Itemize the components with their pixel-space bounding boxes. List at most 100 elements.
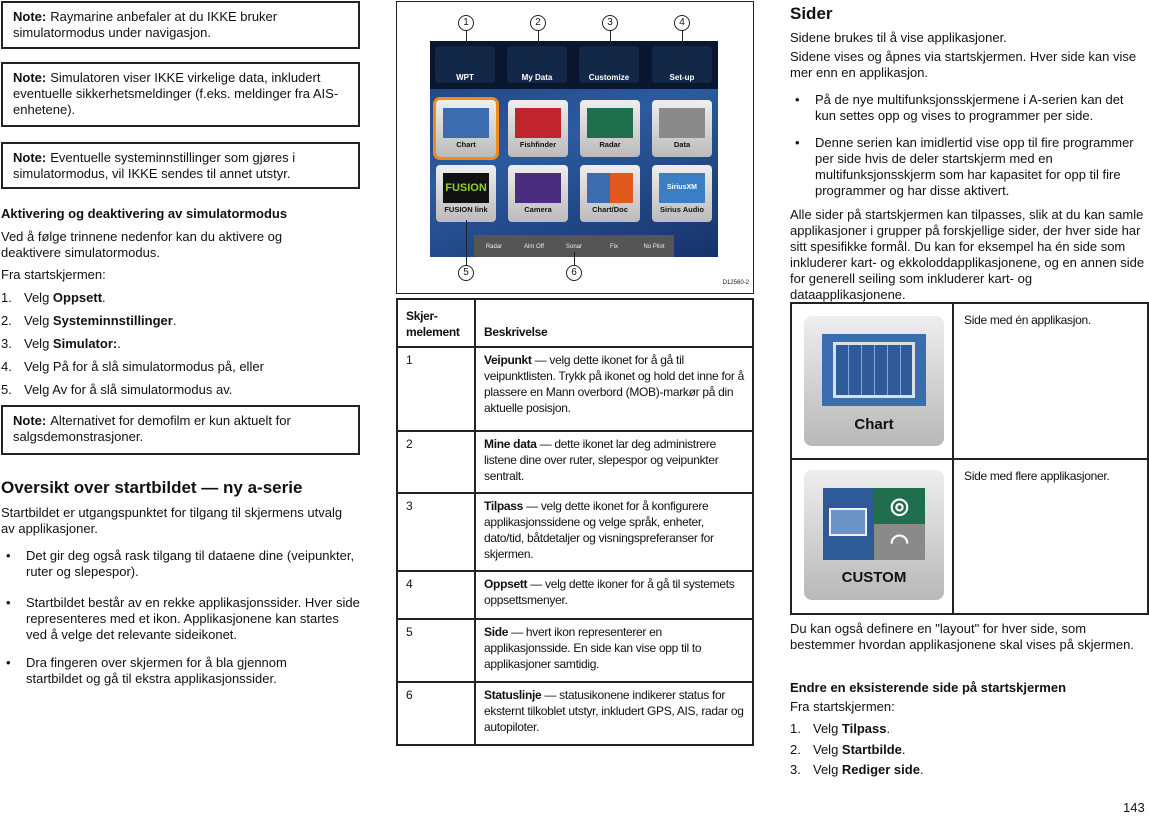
element-description: Side — hvert ikon representerer en appli… xyxy=(474,618,754,683)
step-text: Velg På for å slå simulatormodus på, ell… xyxy=(24,359,264,374)
fishfinder-icon xyxy=(515,108,561,138)
status-radar: Radar xyxy=(485,244,503,250)
status-fix: Fix xyxy=(610,244,618,250)
app-tile: Radar xyxy=(580,100,640,157)
callout-1: 1 xyxy=(458,15,474,31)
custom-page-tile: ◎ ◠ CUSTOM xyxy=(804,470,944,600)
fusion-link-icon: FUSION xyxy=(443,173,489,203)
bullet-item: • Startbildet består av en rekke applikas… xyxy=(6,595,360,642)
element-term: Oppsett xyxy=(484,577,528,591)
paragraph: Sidene vises og åpnes via startskjermen.… xyxy=(790,49,1137,80)
table-row: 5 Side — hvert ikon representerer en appl… xyxy=(396,618,754,683)
step-text: Velg xyxy=(813,741,842,757)
note-label: Note: xyxy=(13,70,47,85)
app-tile: Chart/Doc xyxy=(580,165,640,222)
note-label: Note: xyxy=(13,150,47,165)
list-number: 1. xyxy=(790,721,801,736)
element-number: 6 xyxy=(396,681,476,746)
screen-elements-table: Skjer-melement Beskrivelse 1 Veipunkt — v… xyxy=(396,298,754,746)
table-row: ◎ ◠ CUSTOM Side med flere applikasjoner. xyxy=(790,458,1149,615)
tile-cell: Chart xyxy=(790,302,954,460)
list-number: 5. xyxy=(1,382,12,397)
bullet-text: Det gir deg også rask tilgang til dataen… xyxy=(26,548,355,579)
step-text: Velg xyxy=(24,290,53,305)
step-bold-text: Oppsett xyxy=(52,290,103,305)
paragraph: Fra startskjermen: xyxy=(790,699,895,714)
callout-6: 6 xyxy=(566,265,582,281)
app-tile: Camera xyxy=(508,165,568,222)
list-number: 2. xyxy=(1,313,12,328)
list-item: 2. Velg Systeminnstillinger. xyxy=(1,313,361,329)
example-description: Side med én applikasjon. xyxy=(952,302,1149,460)
radar-icon xyxy=(587,108,633,138)
note-text: Eventuelle systeminnstillinger som gjøre… xyxy=(13,150,296,181)
button-label: WPT xyxy=(456,73,474,82)
paragraph: Alle sider på startskjermen kan tilpasse… xyxy=(790,207,1145,302)
step-bold-text: Startbilde xyxy=(841,741,902,757)
callout-3: 3 xyxy=(602,15,618,31)
home-screen-image: WPT My Data Customize Set-up Chart Fishfi… xyxy=(430,41,718,257)
step-bold-text: Systeminnstillinger xyxy=(52,313,173,328)
step-bold-text: Tilpass xyxy=(841,721,887,736)
element-term: Tilpass xyxy=(484,499,524,513)
table-row: 3 Tilpass — velg dette ikonet for å konfi… xyxy=(396,492,754,572)
table-row: 1 Veipunkt — velg dette ikonet for å gå t… xyxy=(396,346,754,432)
home-screen-figure: WPT My Data Customize Set-up Chart Fishfi… xyxy=(396,1,754,294)
step-text: . xyxy=(102,290,106,305)
app-tile: Chart xyxy=(436,100,496,157)
step-text: . xyxy=(117,336,121,351)
list-item: 3. Velg Simulator:. xyxy=(1,336,361,352)
element-description: Oppsett — velg dette ikoner for å gå til… xyxy=(474,570,754,620)
note-text: Simulatoren viser IKKE virkelige data, i… xyxy=(13,70,339,117)
paragraph: Fra startskjermen: xyxy=(1,267,106,282)
element-term: Veipunkt xyxy=(484,353,532,367)
bullet-item: • Det gir deg også rask tilgang til datae… xyxy=(6,548,355,579)
element-number: 5 xyxy=(396,618,476,683)
bullet-item: • Denne serien kan imidlertid vise opp ti… xyxy=(795,135,1134,198)
section-heading: Aktivering og deaktivering av simulatorm… xyxy=(1,206,288,221)
step-text: Velg xyxy=(24,313,53,328)
table-header-row: Skjer-melement Beskrivelse xyxy=(396,298,754,348)
list-item: 2. Velg Startbilde. xyxy=(790,742,1149,758)
tile-label: Fishfinder xyxy=(519,140,557,149)
table-row: 4 Oppsett — velg dette ikoner for å gå ti… xyxy=(396,570,754,620)
section-heading: Sider xyxy=(790,4,833,23)
paragraph: Startbildet er utgangspunktet for tilgan… xyxy=(1,505,343,536)
tile-label: Sirius Audio xyxy=(660,205,704,214)
column-header: Skjer-melement xyxy=(396,298,476,348)
element-number: 4 xyxy=(396,570,476,620)
list-item: 5. Velg Av for å slå simulatormodus av. xyxy=(1,382,361,398)
note-text: Raymarine anbefaler at du IKKE bruker si… xyxy=(13,9,278,40)
step-text: Velg xyxy=(813,762,842,777)
list-number: 2. xyxy=(790,741,801,757)
step-bold-text: Rediger side xyxy=(841,762,920,777)
list-item: 4. Velg På for å slå simulatormodus på, e… xyxy=(1,359,361,375)
chart-icon xyxy=(822,334,926,406)
list-number: 1. xyxy=(1,290,12,305)
note-box: Note: Alternativet for demofilm er kun ak… xyxy=(1,405,360,455)
note-text: Alternativet for demofilm er kun aktuelt… xyxy=(13,413,291,444)
app-tile: SiriusXM Sirius Audio xyxy=(652,165,712,222)
paragraph: Du kan også definere en "layout" for hve… xyxy=(790,621,1134,652)
element-description: Mine data — dette ikonet lar deg adminis… xyxy=(474,430,754,494)
list-item: 1. Velg Oppsett. xyxy=(1,290,361,306)
callout-5: 5 xyxy=(458,265,474,281)
callout-2: 2 xyxy=(530,15,546,31)
paragraph: Ved å følge trinnene nedenfor kan du akt… xyxy=(1,229,283,260)
element-description: Tilpass — velg dette ikonet for å konfig… xyxy=(474,492,754,572)
element-term: Statuslinje xyxy=(484,688,542,702)
step-bold-text: Simulator: xyxy=(52,336,118,351)
chart-page-tile: Chart xyxy=(804,316,944,446)
element-term: Side xyxy=(484,625,509,639)
element-number: 1 xyxy=(396,346,476,432)
note-label: Note: xyxy=(13,9,47,24)
step-text: Velg xyxy=(813,721,842,736)
list-item: 3. Velg Rediger side. xyxy=(790,762,1149,778)
bullet-text: På de nye multifunksjonsskjermene i A-se… xyxy=(815,92,1124,123)
list-number: 3. xyxy=(790,762,801,777)
callout-4: 4 xyxy=(674,15,690,31)
list-number: 4. xyxy=(1,359,12,374)
note-label: Note: xyxy=(13,413,47,428)
gauge-icon: ◠ xyxy=(874,524,925,560)
element-number: 2 xyxy=(396,430,476,494)
